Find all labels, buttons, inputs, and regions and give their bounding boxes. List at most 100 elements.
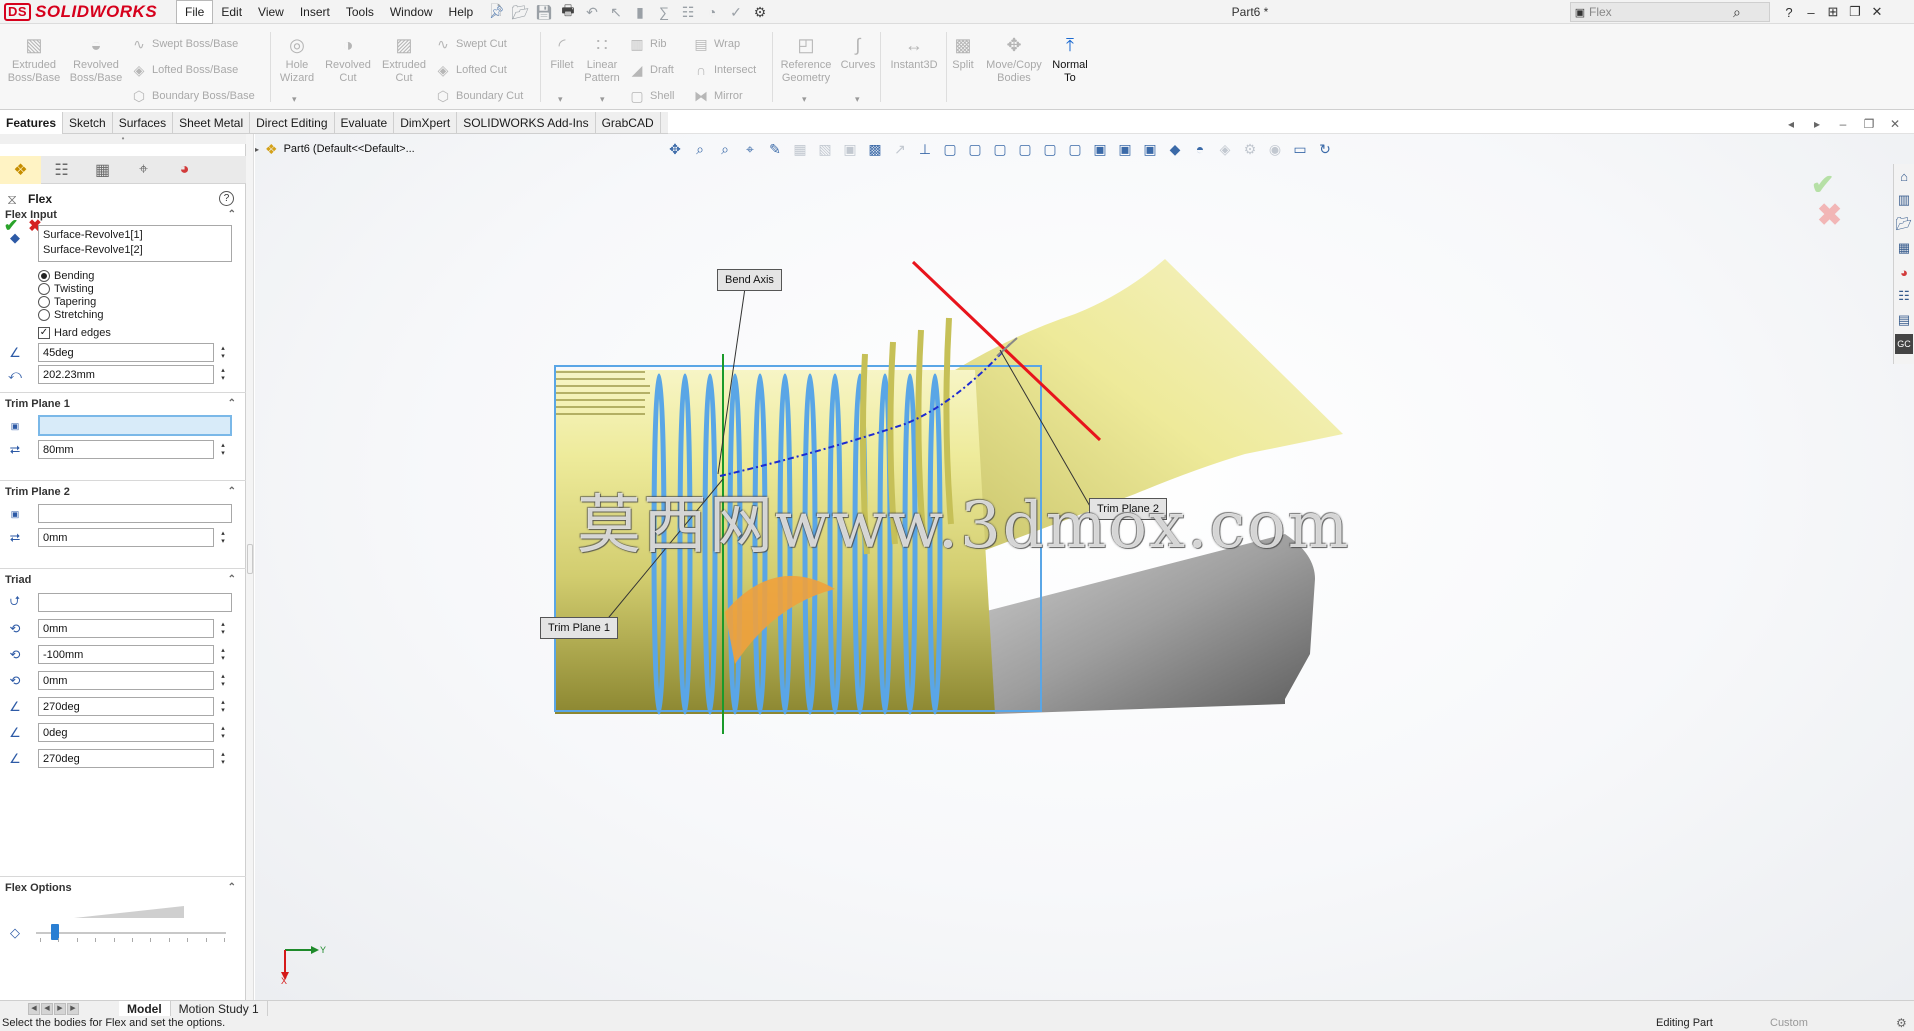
apply-scene-icon[interactable]: ◈ [1215,139,1235,159]
minimize-icon[interactable]: – [1800,0,1822,24]
triad-x-rotation-spinner-icon[interactable]: ▴ ▾ [218,697,228,716]
save-icon[interactable]: 💾︎ [533,2,555,22]
reference-geometry-dropdown-icon[interactable]: ▾ [802,94,807,105]
last-tab-icon[interactable]: ▶ [67,1002,79,1015]
tab-solidworks-add-ins[interactable]: SOLIDWORKS Add-Ins [457,112,596,134]
triad-x-rotation-field[interactable] [38,697,214,716]
search-commands-icon[interactable]: ▣ [1571,3,1589,21]
confirmation-corner-cancel-icon[interactable]: ✖ [1817,198,1842,233]
undo-icon[interactable]: ↶ [581,2,603,22]
tab-evaluate[interactable]: Evaluate [335,112,395,134]
checkbox-checked[interactable]: ✓ [38,327,50,339]
display-manager-tab-icon[interactable]: ◕ [164,156,205,184]
right-view-icon[interactable]: ▢ [1015,139,1035,159]
tab-features[interactable]: Features [0,112,64,134]
dimetric-view-icon[interactable]: ▣ [1140,139,1160,159]
part-breadcrumb[interactable]: Part6 (Default<<Default>... [284,143,415,155]
section-header-flex-options[interactable]: Flex Options ⌃ [0,876,246,898]
callout-trim-plane-1[interactable]: Trim Plane 1 [540,617,618,639]
left-view-icon[interactable]: ▢ [990,139,1010,159]
collapse-panel-left-icon[interactable]: ◂ [1782,116,1800,132]
help-dropdown-icon[interactable]: ? [1778,0,1800,24]
section-header-trim-plane-2[interactable]: Trim Plane 2 ⌃ [0,480,246,502]
revolved-boss-button[interactable]: ◒ Revolved Boss/Base [66,28,126,100]
restore-icon[interactable]: ❐ [1844,0,1866,24]
hard-edges-checkbox[interactable]: ✓ Hard edges [38,325,111,341]
shaded-display-icon[interactable]: ◆ [1165,139,1185,159]
doc-minimize-icon[interactable]: – [1834,116,1852,132]
section-header-triad[interactable]: Triad ⌃ [0,568,246,590]
doc-restore-icon[interactable]: ❐ [1860,116,1878,132]
menu-view[interactable]: View [250,0,292,24]
display-style-icon[interactable]: ▩ [865,139,885,159]
wrap-button[interactable]: ▤ Wrap [692,33,740,55]
triad-y-rotation-spinner-icon[interactable]: ▴ ▾ [218,723,228,742]
trim-plane-1-offset-field[interactable] [38,440,214,459]
radius-spinner-icon[interactable]: ▴ ▾ [218,365,228,384]
draft-button[interactable]: ◢ Draft [628,59,674,81]
linear-pattern-button[interactable]: ∷ Linear Pattern [572,28,632,100]
lofted-cut-button[interactable]: ◈ Lofted Cut [434,59,507,81]
triad-y-rotation-field[interactable] [38,723,214,742]
menu-window[interactable]: Window [382,0,441,24]
rotate-view-icon[interactable]: ↻ [1315,139,1335,159]
print-icon[interactable]: 🖶 [557,2,579,22]
splitter-grip[interactable] [247,544,253,574]
search-input[interactable] [1589,3,1729,21]
collapse-chevron-icon[interactable]: ⌃ [228,569,236,591]
prev-tab-icon[interactable]: ◀ [41,1002,53,1015]
close-icon[interactable]: ✕ [1866,0,1888,24]
custom-properties-icon[interactable]: ☷ [1895,286,1913,306]
flex-model-view[interactable] [255,134,1914,1000]
new-document-icon[interactable]: 🗋 [485,2,507,22]
isometric-view-icon[interactable]: ▣ [1090,139,1110,159]
angle-spinner-icon[interactable]: ▴ ▾ [218,343,228,362]
triad-icon[interactable]: ⊥ [915,139,935,159]
accuracy-slider-track[interactable] [36,932,226,934]
design-library-icon[interactable]: ▥ [1895,190,1913,210]
boundary-cut-button[interactable]: ⬡ Boundary Cut [434,85,523,107]
forum-icon[interactable]: ▤ [1895,310,1913,330]
triad-y-spinner-icon[interactable]: ▴ ▾ [218,645,228,664]
triad-z-field[interactable] [38,671,214,690]
swept-cut-button[interactable]: ∿ Swept Cut [434,33,507,55]
callout-bend-axis[interactable]: Bend Axis [717,269,782,291]
mode-stretching-radio[interactable]: Stretching [38,307,104,323]
rebuild-icon[interactable]: ▮ [629,2,651,22]
triad-selection-field[interactable] [38,593,232,612]
collapse-chevron-icon[interactable]: ⌃ [228,481,236,503]
extruded-boss-button[interactable]: ▧ Extruded Boss/Base [4,28,64,100]
monitor-icon[interactable]: ▭ [1290,139,1310,159]
menu-insert[interactable]: Insert [292,0,338,24]
top-view-icon[interactable]: ▢ [1040,139,1060,159]
expand-arrow-icon[interactable]: ▸ [255,145,259,154]
zoom-to-fit-icon[interactable]: ⌖ [740,139,760,159]
file-properties-icon[interactable]: ☷ [677,2,699,22]
tab-dimxpert[interactable]: DimXpert [394,112,458,134]
hole-wizard-dropdown-icon[interactable]: ▾ [292,94,297,105]
search-icon[interactable]: ⌕ [1733,4,1741,21]
file-explorer-icon[interactable]: 📂︎ [1895,214,1913,234]
list-item[interactable]: Surface-Revolve1[2] [43,243,227,258]
collapse-chevron-icon[interactable]: ⌃ [228,877,236,899]
status-units[interactable]: Custom [1770,1016,1808,1031]
doc-close-icon[interactable]: ✕ [1886,116,1904,132]
triad-y-field[interactable] [38,645,214,664]
menu-file[interactable]: File [176,0,214,24]
rebuild-status-icon[interactable]: ⚙ [1896,1016,1907,1031]
collapse-chevron-icon[interactable]: ⌃ [228,393,236,415]
boundary-boss-button[interactable]: ⬡ Boundary Boss/Base [130,85,255,107]
tab-sheet-metal[interactable]: Sheet Metal [173,112,251,134]
panel-grip[interactable]: • [0,134,246,144]
options-gear-icon[interactable]: ⚙ [749,2,771,22]
zoom-to-area-icon[interactable]: ⌕ [715,139,735,159]
feature-manager-tab-icon[interactable]: ❖ [0,156,41,184]
property-manager-tab-icon[interactable]: ☷ [41,156,82,184]
move-copy-bodies-button[interactable]: ✥ Move/Copy Bodies [983,28,1045,100]
menu-edit[interactable]: Edit [213,0,250,24]
triad-z-spinner-icon[interactable]: ▴ ▾ [218,671,228,690]
view-orientation-icon[interactable]: ▣ [840,139,860,159]
curves-dropdown-icon[interactable]: ▾ [855,94,860,105]
sum-icon[interactable]: ∑ [653,2,675,22]
tab-surfaces[interactable]: Surfaces [113,112,174,134]
